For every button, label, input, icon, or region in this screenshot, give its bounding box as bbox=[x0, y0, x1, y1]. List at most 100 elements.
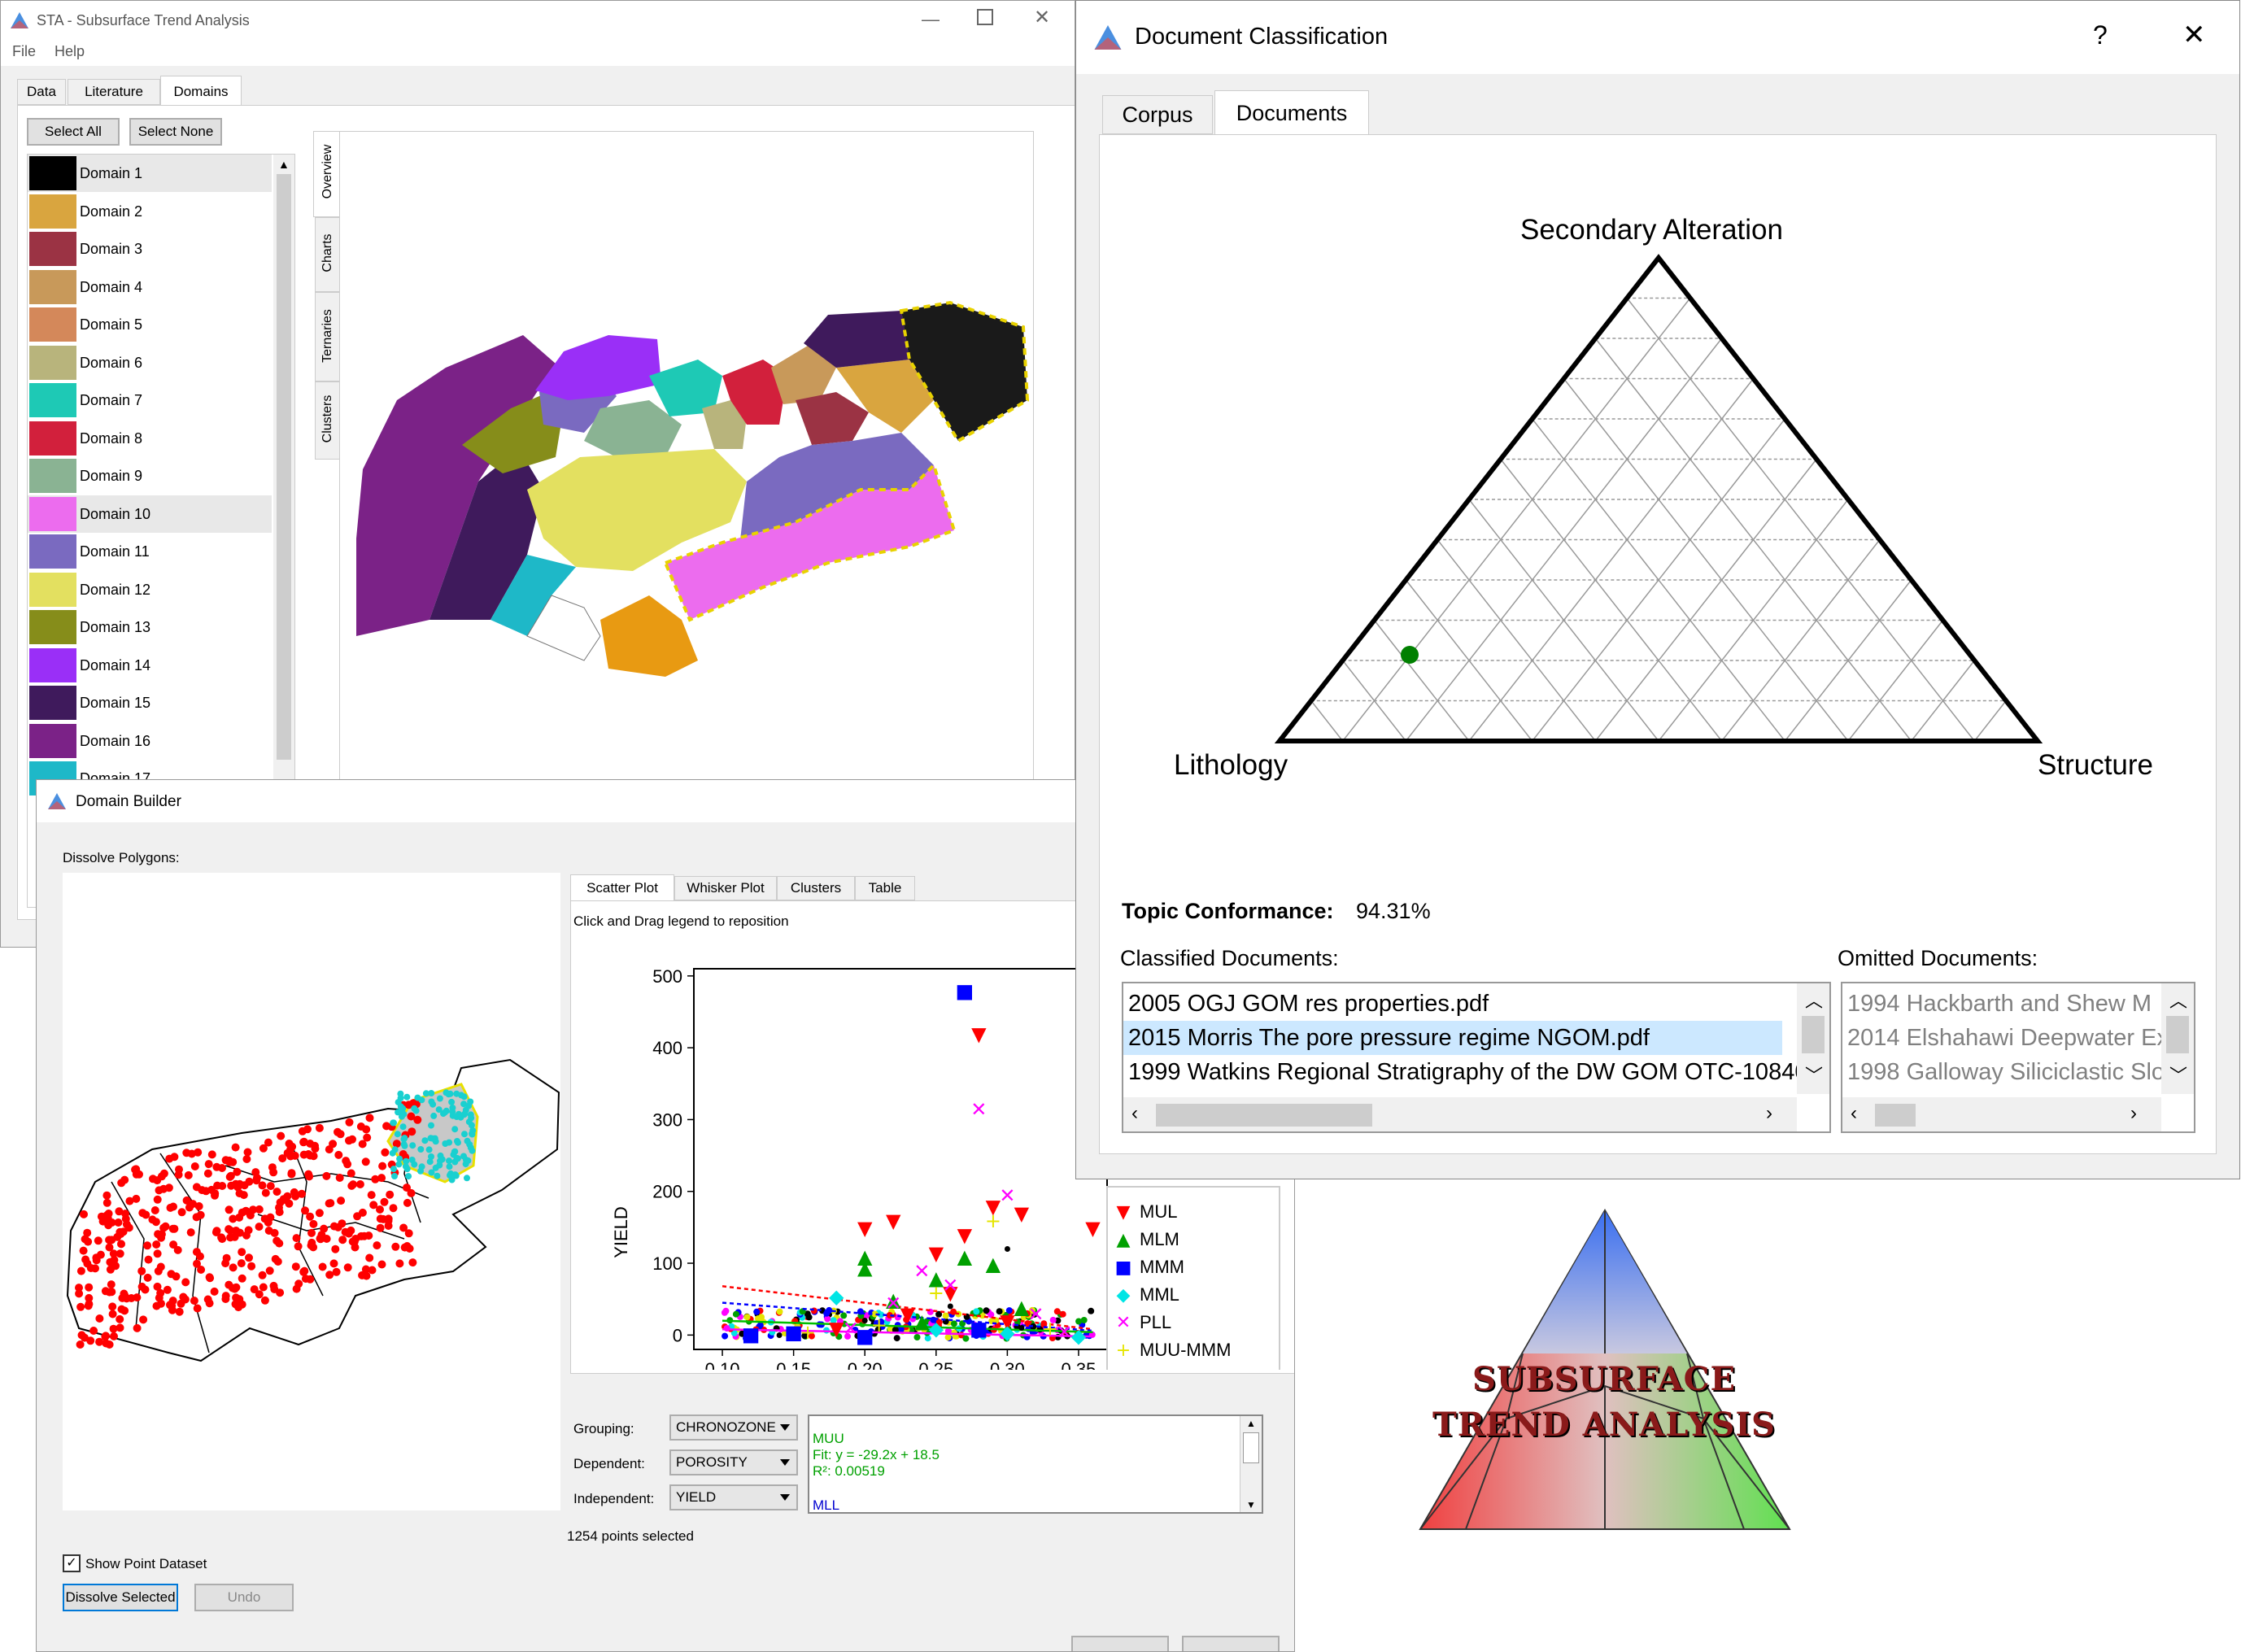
menu-help[interactable]: Help bbox=[54, 43, 85, 60]
dissolve-selected-button[interactable]: Dissolve Selected bbox=[63, 1584, 178, 1611]
ternary-plot[interactable] bbox=[1117, 196, 2207, 814]
fit-output-scrollbar[interactable]: ▲ ▼ bbox=[1240, 1416, 1262, 1512]
dependent-select[interactable]: POROSITY bbox=[669, 1449, 798, 1475]
domain-list-item[interactable]: Domain 16 bbox=[28, 722, 272, 760]
domain-list-scroll-thumb[interactable] bbox=[277, 174, 291, 760]
domain-color-swatch[interactable] bbox=[29, 156, 76, 190]
domain-list-item[interactable]: Domain 3 bbox=[28, 230, 272, 268]
grouping-select[interactable]: CHRONOZONE bbox=[669, 1414, 798, 1441]
tab-whisker-plot[interactable]: Whisker Plot bbox=[674, 876, 777, 900]
domain-list-item[interactable]: Domain 2 bbox=[28, 193, 272, 230]
domain-color-swatch[interactable] bbox=[29, 383, 76, 417]
minimize-icon[interactable]: — bbox=[922, 9, 940, 30]
domain-color-swatch[interactable] bbox=[29, 534, 76, 569]
domain-color-swatch[interactable] bbox=[29, 345, 76, 380]
domain-list-item[interactable]: Domain 5 bbox=[28, 306, 272, 343]
tab-documents[interactable]: Documents bbox=[1214, 90, 1369, 136]
domain-name: Domain 11 bbox=[80, 543, 150, 560]
fit-output-box[interactable]: MUU Fit: y = -29.2x + 18.5 R²: 0.00519 M… bbox=[808, 1414, 1263, 1514]
domain-color-swatch[interactable] bbox=[29, 459, 76, 493]
dissolve-map[interactable] bbox=[63, 873, 560, 1510]
tab-literature[interactable]: Literature bbox=[68, 79, 160, 105]
omitted-item-1[interactable]: 2014 Elshahawi Deepwater Ex bbox=[1847, 1021, 2169, 1055]
domain-list-item[interactable]: Domain 4 bbox=[28, 268, 272, 306]
footer-button-2[interactable] bbox=[1182, 1636, 1280, 1651]
classified-item-0[interactable]: 2005 OGJ GOM res properties.pdf bbox=[1128, 987, 1489, 1021]
domain-color-swatch[interactable] bbox=[29, 194, 76, 229]
domain-color-swatch[interactable] bbox=[29, 723, 76, 758]
domain-color-swatch[interactable] bbox=[29, 647, 76, 682]
point-marker bbox=[84, 1237, 93, 1246]
scroll-down-icon[interactable]: ﹀ bbox=[1805, 1061, 1823, 1088]
scroll-down-icon[interactable]: ﹀ bbox=[2169, 1061, 2187, 1088]
domain-list-item[interactable]: Domain 1 bbox=[28, 155, 272, 192]
domain-list-item[interactable]: Domain 9 bbox=[28, 457, 272, 495]
scroll-left-icon[interactable]: ‹ bbox=[1131, 1102, 1138, 1125]
classified-vscroll[interactable]: ︿ ﹀ bbox=[1797, 983, 1829, 1094]
help-button[interactable]: ? bbox=[2093, 20, 2108, 50]
tab-ternaries[interactable]: Ternaries bbox=[315, 292, 341, 381]
tab-clusters[interactable]: Clusters bbox=[315, 381, 341, 460]
domain-list-item[interactable]: Domain 12 bbox=[28, 571, 272, 608]
domain-color-swatch[interactable] bbox=[29, 307, 76, 342]
close-button[interactable]: ✕ bbox=[2182, 19, 2206, 51]
select-all-button[interactable]: Select All bbox=[27, 118, 120, 146]
omitted-vscroll[interactable]: ︿ ﹀ bbox=[2161, 983, 2194, 1094]
select-none-button[interactable]: Select None bbox=[129, 118, 222, 146]
domain-color-swatch[interactable] bbox=[29, 610, 76, 644]
classified-hscroll-thumb[interactable] bbox=[1156, 1104, 1372, 1127]
omitted-item-0[interactable]: 1994 Hackbarth and Shew M bbox=[1847, 987, 2152, 1021]
show-point-dataset-checkbox[interactable]: ✓ bbox=[63, 1554, 81, 1572]
classified-list[interactable]: 2005 OGJ GOM res properties.pdf 2015 Mor… bbox=[1122, 982, 1831, 1133]
scroll-up-icon[interactable]: ︿ bbox=[2169, 987, 2187, 1013]
domain-list-item[interactable]: Domain 7 bbox=[28, 381, 272, 419]
tab-domains[interactable]: Domains bbox=[160, 76, 242, 107]
tab-corpus[interactable]: Corpus bbox=[1102, 95, 1213, 134]
tab-charts[interactable]: Charts bbox=[315, 217, 341, 292]
omitted-list[interactable]: 1994 Hackbarth and Shew M 2014 Elshahawi… bbox=[1841, 982, 2195, 1133]
domain-list-item[interactable]: Domain 15 bbox=[28, 684, 272, 721]
domain-list-item[interactable]: Domain 6 bbox=[28, 344, 272, 381]
scroll-up-icon[interactable]: ︿ bbox=[1805, 987, 1823, 1013]
omitted-hscroll[interactable]: ‹ › bbox=[1842, 1097, 2161, 1131]
domain-color-swatch[interactable] bbox=[29, 232, 76, 266]
omitted-item-2[interactable]: 1998 Galloway Siliciclastic Slo bbox=[1847, 1055, 2165, 1089]
scroll-left-icon[interactable]: ‹ bbox=[1851, 1102, 1857, 1125]
polygon-map-canvas[interactable] bbox=[63, 873, 560, 1510]
scroll-right-icon[interactable]: › bbox=[2130, 1102, 2137, 1125]
domain-list-item[interactable]: Domain 13 bbox=[28, 608, 272, 646]
omitted-vscroll-thumb[interactable] bbox=[2166, 1016, 2189, 1053]
tab-data[interactable]: Data bbox=[17, 79, 66, 105]
classified-hscroll[interactable]: ‹ › bbox=[1123, 1097, 1797, 1131]
chart-legend[interactable]: ▼ MUL ▲ MLM ■ MMM ◆ MML ✕ PLL + MUU-MMM • MLL bbox=[1106, 1186, 1280, 1370]
tab-scatter-plot[interactable]: Scatter Plot bbox=[570, 874, 674, 900]
omitted-hscroll-thumb[interactable] bbox=[1875, 1104, 1916, 1127]
classified-item-2[interactable]: 1999 Watkins Regional Stratigraphy of th… bbox=[1128, 1055, 1807, 1089]
domain-color-swatch[interactable] bbox=[29, 269, 76, 304]
domain-list-item[interactable]: Domain 8 bbox=[28, 420, 272, 457]
close-icon[interactable]: ✕ bbox=[1034, 6, 1050, 29]
scroll-right-icon[interactable]: › bbox=[1766, 1102, 1772, 1125]
footer-button-1[interactable] bbox=[1071, 1636, 1169, 1651]
tab-table[interactable]: Table bbox=[855, 876, 915, 900]
tab-clusters-db[interactable]: Clusters bbox=[777, 876, 855, 900]
classified-vscroll-thumb[interactable] bbox=[1802, 1016, 1825, 1053]
domain-list-item[interactable]: Domain 14 bbox=[28, 647, 272, 684]
domain-list-item[interactable]: Domain 10 bbox=[28, 495, 272, 533]
domain-color-swatch[interactable] bbox=[29, 686, 76, 720]
menu-file[interactable]: File bbox=[12, 43, 36, 60]
maximize-icon[interactable] bbox=[977, 9, 993, 25]
tab-overview[interactable]: Overview bbox=[313, 131, 342, 217]
domain-list-item[interactable]: Domain 11 bbox=[28, 533, 272, 570]
classified-item-1-text[interactable]: 2015 Morris The pore pressure regime NGO… bbox=[1128, 1021, 1650, 1055]
fit-output-scroll-thumb[interactable] bbox=[1243, 1432, 1259, 1463]
independent-select[interactable]: YIELD bbox=[669, 1484, 798, 1510]
domain-color-swatch[interactable] bbox=[29, 572, 76, 607]
undo-button[interactable]: Undo bbox=[194, 1584, 294, 1611]
domain-map[interactable] bbox=[340, 132, 1033, 701]
domain-color-swatch[interactable] bbox=[29, 496, 76, 531]
domain-color-swatch[interactable] bbox=[29, 421, 76, 455]
scroll-up-icon[interactable]: ▲ bbox=[278, 158, 290, 171]
scroll-down-icon[interactable]: ▼ bbox=[1246, 1499, 1256, 1510]
scroll-up-icon[interactable]: ▲ bbox=[1246, 1418, 1256, 1429]
